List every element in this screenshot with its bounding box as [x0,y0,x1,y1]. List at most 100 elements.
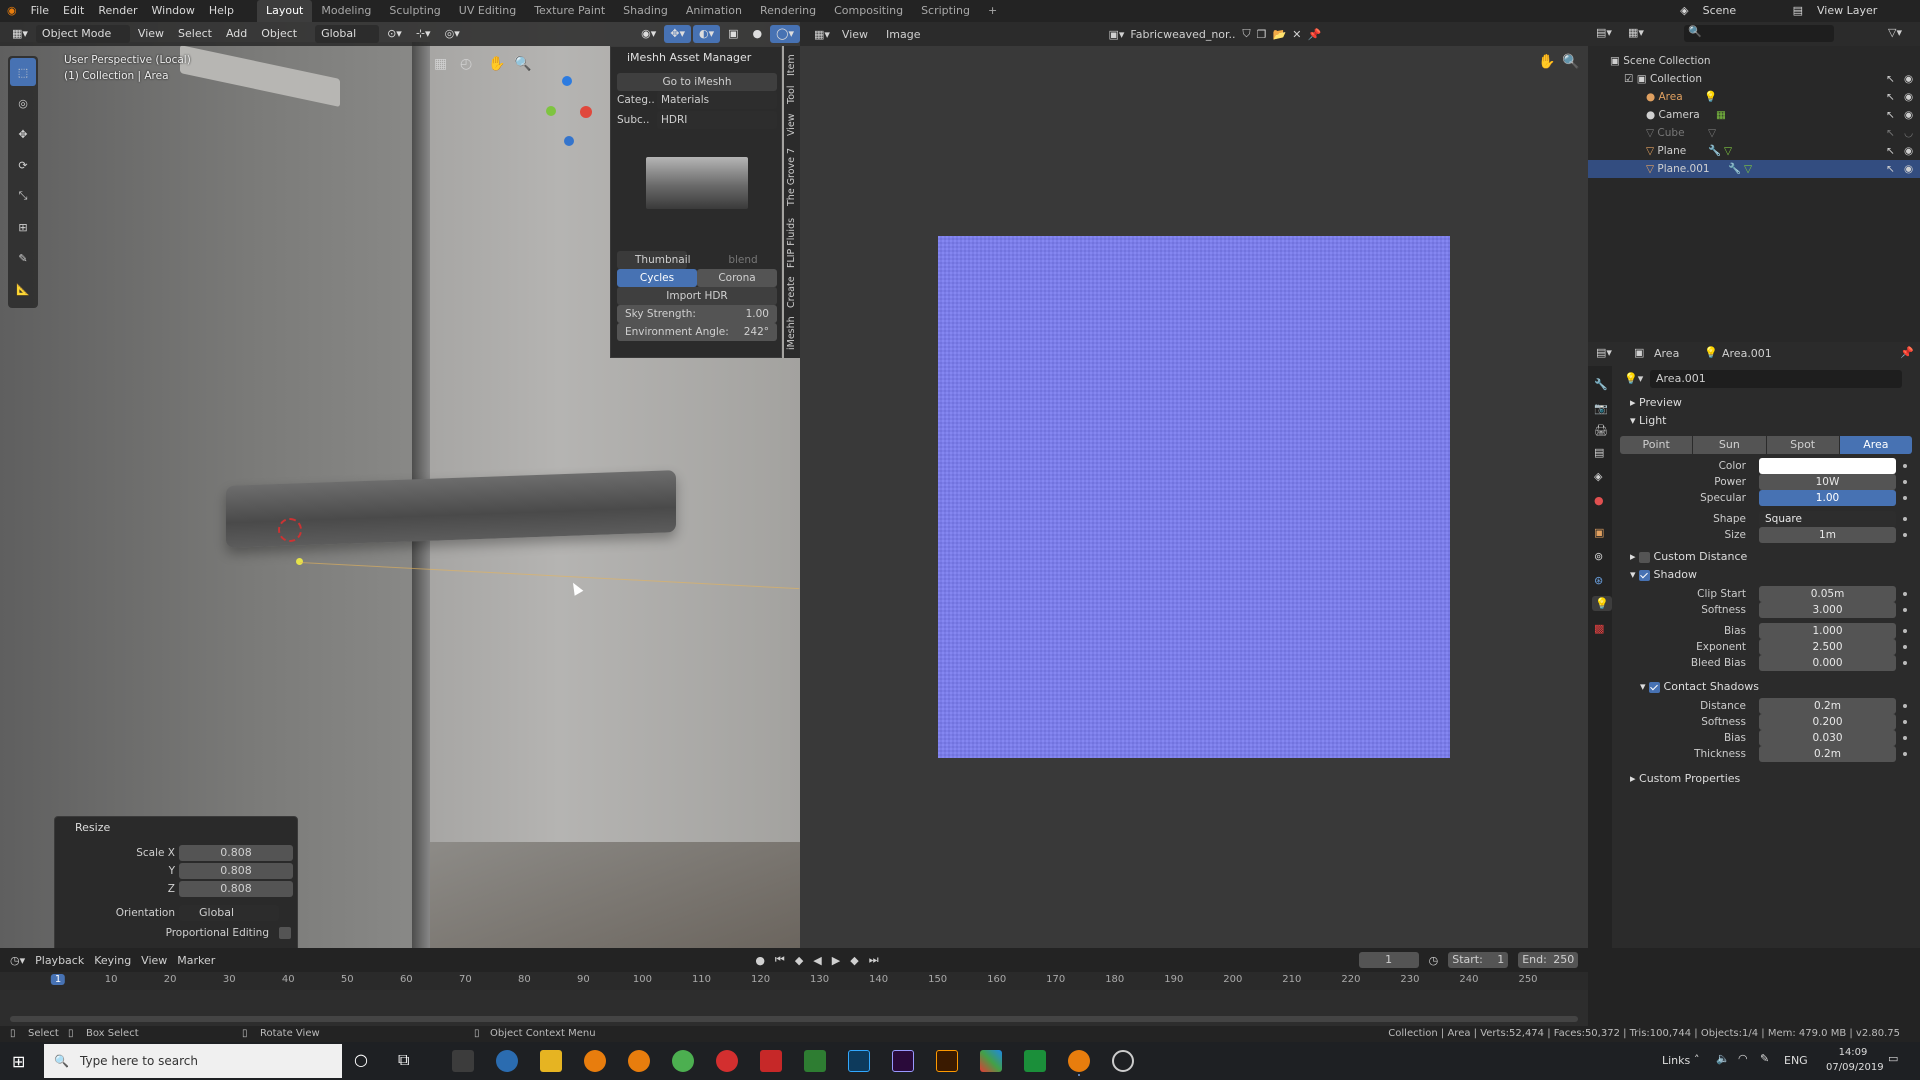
item-select-icon[interactable]: ↖ [1886,106,1895,124]
keyframe-dot-icon[interactable] [1903,661,1907,665]
outliner-item-area[interactable]: ● Area 💡 ↖ ◉ [1588,88,1920,106]
collection-checkbox[interactable]: ☑ [1624,73,1637,85]
current-frame-field[interactable]: 1 [1358,952,1419,968]
cortana-icon[interactable]: ○ [354,1050,368,1069]
tab-create[interactable]: Create [786,276,797,308]
timeline[interactable]: ◷▾ Playback Keying View Marker ● ⏮ ◆ ◀ ▶… [0,948,1588,1034]
item-eye-hidden-icon[interactable]: ◡ [1904,124,1913,142]
file-explorer-app-icon[interactable] [540,1050,562,1072]
keyframe-dot-icon[interactable] [1903,517,1907,521]
workspace-tab-shading[interactable]: Shading [614,0,677,22]
menu-object[interactable]: Object [255,25,303,43]
display-mode-icon[interactable]: ▦▾ [1628,26,1644,39]
scale-tool-icon[interactable]: ⤡ [10,182,36,210]
mesh-data-icon[interactable]: ▽ [1708,124,1716,142]
axis-x-icon[interactable] [580,106,592,118]
keyframe-dot-icon[interactable] [1903,752,1907,756]
pin-icon[interactable]: 📌 [1307,28,1321,41]
image-menu-view[interactable]: View [836,28,874,41]
modifier-icon[interactable]: 🔧 [1708,142,1721,160]
volume-icon[interactable]: 🔈 [1716,1052,1730,1065]
calculator-app-icon[interactable] [452,1050,474,1072]
preview-range-icon[interactable]: ◷ [1429,954,1439,967]
shading-rendered-icon[interactable]: ◯▾ [770,25,800,43]
outliner-item-cube[interactable]: ▽ Cube ▽ ↖ ◡ [1588,124,1920,142]
axis-z-icon[interactable] [562,76,572,86]
pivot-icon[interactable]: ⊙▾ [381,25,408,43]
image-editor[interactable]: ▦▾ View Image ▣▾ Fabricweaved_nor... ⛉ ❐… [800,22,1588,948]
camera-data-icon[interactable]: ▦ [1716,106,1726,124]
power-field[interactable]: 10W [1759,474,1896,490]
category-dropdown[interactable]: Materials [657,91,777,109]
filter-icon[interactable]: ▽▾ [1888,26,1902,39]
thumbnail-toggle[interactable]: Thumbnail [617,251,691,269]
tab-item[interactable]: Item [786,54,797,76]
outliner-search-input[interactable]: 🔍 [1684,25,1834,42]
blender-app-icon-1[interactable] [584,1050,606,1072]
keyframe-dot-icon[interactable] [1903,736,1907,740]
image-editor-type-icon[interactable]: ▦▾ [814,28,830,41]
scene-collection-row[interactable]: ▣ Scene Collection [1588,52,1920,70]
contact-softness-field[interactable]: 0.200 [1759,714,1896,730]
bias-field[interactable]: 1.000 [1759,623,1896,639]
specular-field[interactable]: 1.00 [1759,490,1896,506]
windows-start-icon[interactable]: ⊞ [12,1052,25,1071]
clock-time[interactable]: 14:09 [1826,1047,1880,1058]
custom-distance-checkbox[interactable] [1639,551,1651,563]
outliner-item-camera[interactable]: ● Camera ▦ ↖ ◉ [1588,106,1920,124]
rotate-tool-icon[interactable]: ⟳ [10,151,36,179]
bleed-bias-field[interactable]: 0.000 [1759,655,1896,671]
light-data-icon[interactable]: 💡 [1704,88,1717,106]
outliner-item-plane[interactable]: ▽ Plane 🔧 ▽ ↖ ◉ [1588,142,1920,160]
import-hdr-button[interactable]: Import HDR [617,287,777,305]
menu-render[interactable]: Render [91,0,144,22]
outliner-type-icon[interactable]: ▤▾ [1596,26,1612,39]
camera-view-icon[interactable]: ▦ [434,56,454,76]
blender-active-app-icon[interactable] [1068,1050,1090,1072]
scale-x-field[interactable]: 0.808 [179,845,293,861]
fake-user-icon[interactable]: ⛉ [1242,27,1250,41]
red-app-icon[interactable] [760,1050,782,1072]
datablock-browse-icon[interactable]: 💡▾ [1624,372,1643,385]
color-swatch[interactable] [1759,458,1896,474]
menu-help[interactable]: Help [202,0,241,22]
mode-select[interactable]: Object Mode [35,25,130,43]
collection-select-icon[interactable]: ↖ [1886,70,1895,88]
keying-menu[interactable]: Keying [94,954,131,967]
proportional-editing-checkbox[interactable] [279,927,291,939]
current-frame-indicator[interactable]: 1 [50,974,66,985]
timeline-scrollbar[interactable] [10,1016,1578,1022]
sky-strength-field[interactable]: Sky Strength: 1.00 [617,305,777,323]
taskbar-links[interactable]: Links [1662,1054,1690,1067]
timeline-track-area[interactable] [0,990,1588,1030]
light-breadcrumb[interactable]: Area.001 [1722,347,1772,360]
menu-window[interactable]: Window [145,0,202,22]
cursor-tool-icon[interactable]: ◎ [10,89,36,117]
workspace-tab-rendering[interactable]: Rendering [751,0,825,22]
taskbar-search-box[interactable]: 🔍 Type here to search [44,1044,342,1078]
environment-angle-field[interactable]: Environment Angle: 242° [617,323,777,341]
workspace-tab-layout[interactable]: Layout [256,0,313,22]
mesh-data-icon[interactable]: ▽ [1724,142,1732,160]
light-section[interactable]: ▾ Light [1588,412,1920,430]
tool-tab-icon[interactable]: 🔧 [1594,378,1608,391]
editor-type-icon[interactable]: ▦▾ [6,25,34,43]
datablock-name-field[interactable]: Area.001 [1650,370,1902,388]
thickness-field[interactable]: 0.2m [1759,746,1896,762]
duplicate-image-icon[interactable]: ❐ [1257,28,1267,41]
clock-app-icon[interactable] [1112,1050,1134,1072]
xray-icon[interactable]: ▣ [722,25,744,43]
resize-panel-title[interactable]: Resize [75,821,110,834]
recorder-app-icon[interactable] [716,1050,738,1072]
measure-tool-icon[interactable]: 📐 [10,275,36,303]
item-select-icon[interactable]: ↖ [1886,88,1895,106]
asset-manager-title[interactable]: iMeshh Asset Manager [627,51,751,64]
keyframe-dot-icon[interactable] [1903,608,1907,612]
tray-chevron-icon[interactable]: ˄ [1694,1053,1700,1066]
edge-app-icon[interactable] [496,1050,518,1072]
preview-section[interactable]: ▸ Preview [1588,394,1920,412]
item-select-icon[interactable]: ↖ [1886,142,1895,160]
blend-toggle[interactable]: blend [709,251,777,269]
timeline-type-icon[interactable]: ◷▾ [10,954,25,967]
next-keyframe-icon[interactable]: ◆ [850,954,858,967]
